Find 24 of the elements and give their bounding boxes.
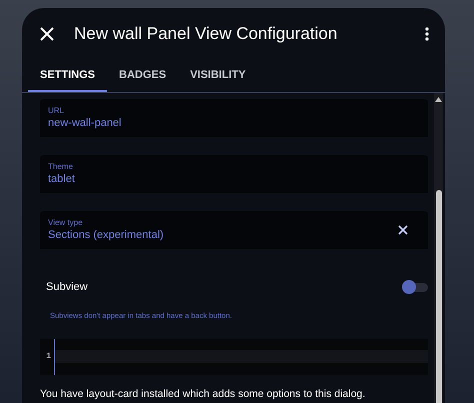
close-icon[interactable]	[40, 27, 54, 41]
tab[interactable]: VISIBILITY	[178, 60, 258, 92]
line-number: 1	[46, 350, 51, 363]
scrollbar[interactable]	[434, 93, 443, 403]
field-label: View type	[48, 218, 84, 228]
clear-icon[interactable]	[398, 225, 408, 235]
dialog-title: New wall Panel View Configuration	[74, 23, 338, 46]
field-label: URL	[48, 106, 66, 116]
field-value: Sections (experimental)	[48, 228, 165, 242]
field-value: tablet	[48, 172, 76, 186]
text-field[interactable]: Theme tablet	[40, 155, 428, 193]
code-editor[interactable]: 1	[40, 338, 428, 375]
more-options-icon[interactable]	[425, 27, 429, 41]
info-text: You have layout-card installed which adds some options to this dialog.	[40, 386, 366, 402]
subview-label: Subview	[46, 280, 88, 295]
scroll-up-icon[interactable]	[435, 97, 442, 102]
text-field[interactable]: View type Sections (experimental)	[40, 211, 428, 249]
field-label: Theme	[48, 162, 74, 172]
tab[interactable]: SETTINGS	[28, 60, 108, 92]
text-field[interactable]: URL new-wall-panel	[40, 99, 428, 137]
tab[interactable]: BADGES	[107, 60, 178, 92]
field-value: new-wall-panel	[48, 116, 122, 130]
scrollbar-thumb[interactable]	[436, 190, 442, 403]
toggle-switch[interactable]	[402, 280, 428, 294]
